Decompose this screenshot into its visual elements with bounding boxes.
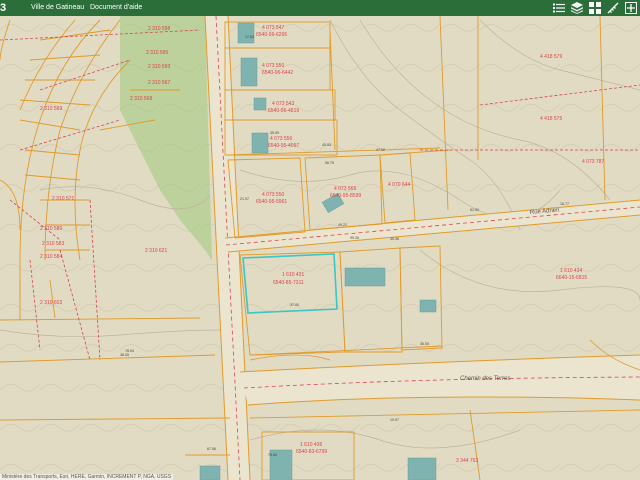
lot-code: 6540-95-8599 bbox=[330, 193, 361, 199]
expand-icon[interactable] bbox=[624, 1, 638, 15]
dimension-label: 17.83 bbox=[245, 35, 254, 39]
dimension-label: 45.36 bbox=[390, 237, 399, 241]
terrain bbox=[0, 16, 640, 480]
lot-label: 1 610 431 bbox=[282, 272, 304, 278]
lot-code: 6540-85-7311 bbox=[273, 280, 304, 286]
lot-label: 1 610 436 bbox=[300, 442, 322, 448]
dimension-label: 75.64 bbox=[268, 453, 277, 457]
lot-label: 2 310 621 bbox=[145, 248, 167, 254]
layers-icon[interactable] bbox=[570, 1, 584, 15]
dimension-label: 47.32 bbox=[376, 148, 385, 152]
lot-label: 2 310 593 bbox=[148, 64, 170, 70]
lot-label: 4 418 575 bbox=[540, 116, 562, 122]
lot-label: 4 073 787 bbox=[582, 159, 604, 165]
dimension-label: 49.22 bbox=[338, 223, 347, 227]
lot-label: 4 073 543 bbox=[272, 101, 294, 107]
toolbar bbox=[552, 1, 638, 15]
lot-label: 2 310 595 bbox=[146, 50, 168, 56]
lot-code: 6540-96-6265 bbox=[256, 32, 287, 38]
dimension-label: 45.53 bbox=[322, 143, 331, 147]
lot-label: 4 073 556 bbox=[270, 136, 292, 142]
measure-icon[interactable] bbox=[606, 1, 620, 15]
lot-label: 4 073 547 bbox=[262, 25, 284, 31]
lot-label: 2 310 598 bbox=[148, 26, 170, 32]
lot-label: 2 310 584 bbox=[40, 254, 62, 260]
lot-label: 2 310 569 bbox=[40, 106, 62, 112]
dimension-label: 67.56 bbox=[207, 447, 216, 451]
lot-label: 4 073 565 bbox=[334, 186, 356, 192]
parcel-map[interactable]: Rue Adrien Chemin des Terres 2 310 598 2… bbox=[0, 16, 640, 480]
lot-code: 6640-15-6815 bbox=[556, 275, 587, 281]
lot-code: 6540-96-4819 bbox=[268, 108, 299, 114]
lot-label: 4 073 550 bbox=[262, 63, 284, 69]
lot-code: 6540-96-6442 bbox=[262, 70, 293, 76]
lot-code: 6540-95-5961 bbox=[256, 199, 287, 205]
dimension-label: 38.05 bbox=[120, 353, 129, 357]
dimension-label: 19.97 bbox=[390, 418, 399, 422]
dimension-label: 21.97 bbox=[240, 197, 249, 201]
dimension-label: 35.09 bbox=[270, 131, 279, 135]
lot-label: 2 310 580 bbox=[40, 226, 62, 232]
dimension-label: 56.75 bbox=[325, 161, 334, 165]
road-label-chemin: Chemin des Terres bbox=[460, 376, 510, 382]
header-bar: 3 Ville de Gatineau Document d'aide bbox=[0, 0, 640, 16]
lot-label: 1 610 434 bbox=[560, 268, 582, 274]
lot-label: 4 070 644 bbox=[388, 182, 410, 188]
map-attribution: Ministère des Transports, Esri, HERE, Ga… bbox=[0, 474, 174, 480]
dimension-label: 16.77 bbox=[560, 202, 569, 206]
legend-list-icon[interactable] bbox=[552, 1, 566, 15]
app-logo[interactable]: 3 bbox=[0, 0, 10, 16]
lot-label: 2 310 567 bbox=[148, 80, 170, 86]
lot-code: 6540-95-4097 bbox=[268, 143, 299, 149]
lot-label: 2 310 571 bbox=[52, 196, 74, 202]
dimension-label: 99.26 bbox=[350, 236, 359, 240]
lot-label: 4 418 579 bbox=[540, 54, 562, 60]
lot-label: 2 310 603 bbox=[40, 300, 62, 306]
basemap-grid-icon[interactable] bbox=[588, 1, 602, 15]
map-app: 3 Ville de Gatineau Document d'aide Rue … bbox=[0, 0, 640, 480]
dimension-label: 36.05 bbox=[420, 342, 429, 346]
dimension-label: 61.92 bbox=[470, 208, 479, 212]
lot-label: 2 310 583 bbox=[42, 241, 64, 247]
lot-code: 6540-83-6799 bbox=[296, 449, 327, 455]
dimension-label: 78.94 bbox=[125, 349, 134, 353]
lot-label: 3 344 763 bbox=[456, 458, 478, 464]
lot-label: 2 310 568 bbox=[130, 96, 152, 102]
lot-label: 4 073 550 bbox=[262, 192, 284, 198]
document-aide-link[interactable]: Document d'aide bbox=[90, 0, 142, 16]
dimension-label: 37.00 bbox=[290, 303, 299, 307]
ville-gatineau-link[interactable]: Ville de Gatineau bbox=[31, 0, 84, 16]
